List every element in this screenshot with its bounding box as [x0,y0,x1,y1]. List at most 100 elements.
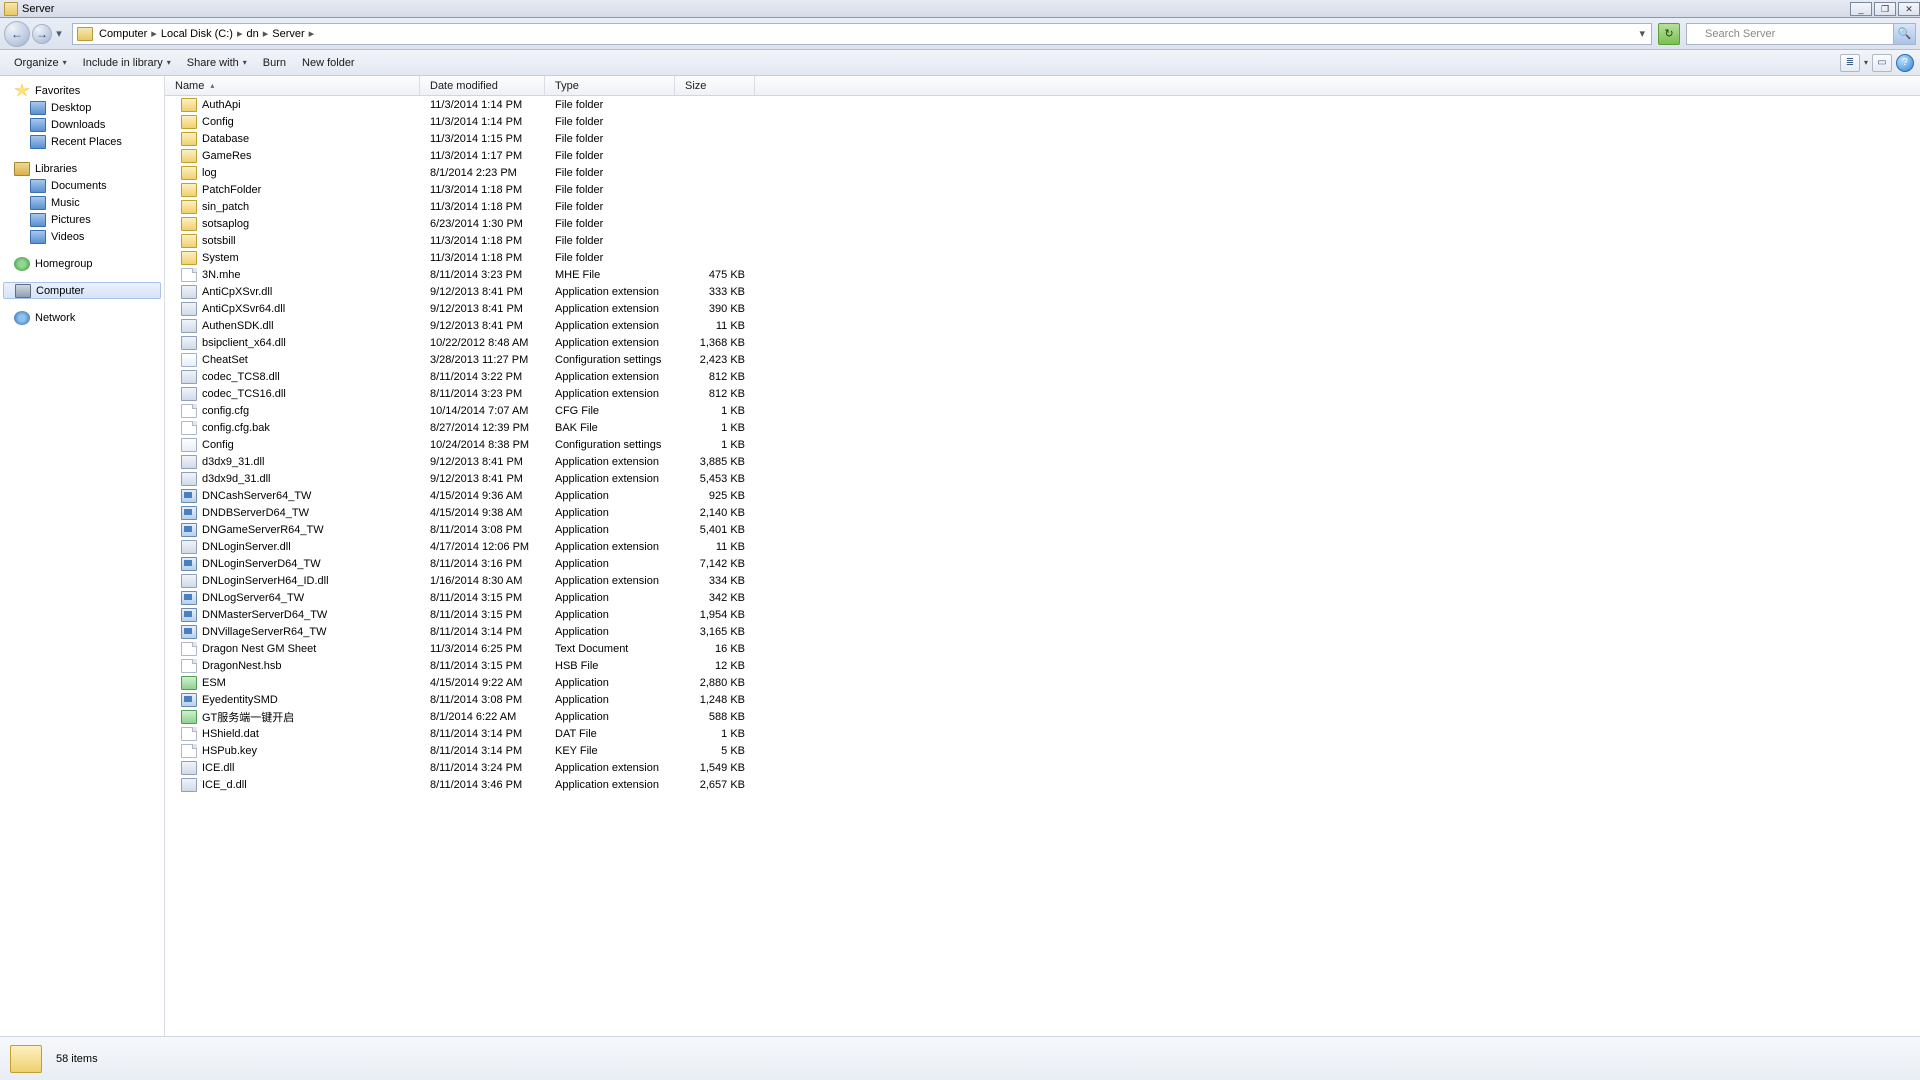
nav-pictures[interactable]: Pictures [0,211,164,228]
file-row[interactable]: d3dx9d_31.dll9/12/2013 8:41 PMApplicatio… [165,470,1920,487]
file-icon [181,404,197,418]
file-name: sotsbill [202,235,236,247]
file-row[interactable]: d3dx9_31.dll9/12/2013 8:41 PMApplication… [165,453,1920,470]
file-row[interactable]: config.cfg.bak8/27/2014 12:39 PMBAK File… [165,419,1920,436]
nav-network[interactable]: Network [0,309,164,326]
file-row[interactable]: DragonNest.hsb8/11/2014 3:15 PMHSB File1… [165,657,1920,674]
nav-favorites[interactable]: Favorites [0,82,164,99]
file-type: File folder [545,218,675,230]
file-row[interactable]: sotsbill11/3/2014 1:18 PMFile folder [165,232,1920,249]
column-name[interactable]: Name▴ [165,76,420,95]
views-dropdown[interactable]: ▾ [1864,58,1868,67]
file-type: Application extension [545,320,675,332]
file-row[interactable]: EyedentitySMD8/11/2014 3:08 PMApplicatio… [165,691,1920,708]
file-row[interactable]: DNLogServer64_TW8/11/2014 3:15 PMApplica… [165,589,1920,606]
file-row[interactable]: bsipclient_x64.dll10/22/2012 8:48 AMAppl… [165,334,1920,351]
crumb-computer[interactable]: Computer [97,28,149,40]
file-row[interactable]: AuthApi11/3/2014 1:14 PMFile folder [165,96,1920,113]
file-row[interactable]: CheatSet3/28/2013 11:27 PMConfiguration … [165,351,1920,368]
file-row[interactable]: AuthenSDK.dll9/12/2013 8:41 PMApplicatio… [165,317,1920,334]
file-row[interactable]: config.cfg10/14/2014 7:07 AMCFG File1 KB [165,402,1920,419]
nav-homegroup[interactable]: Homegroup [0,255,164,272]
crumb-drive[interactable]: Local Disk (C:) [159,28,235,40]
file-icon [181,98,197,112]
nav-desktop[interactable]: Desktop [0,99,164,116]
file-row[interactable]: GameRes11/3/2014 1:17 PMFile folder [165,147,1920,164]
file-row[interactable]: Config10/24/2014 8:38 PMConfiguration se… [165,436,1920,453]
forward-button[interactable]: → [32,24,52,44]
chevron-right-icon[interactable]: ▸ [149,27,159,40]
nav-downloads[interactable]: Downloads [0,116,164,133]
file-row[interactable]: DNCashServer64_TW4/15/2014 9:36 AMApplic… [165,487,1920,504]
file-row[interactable]: codec_TCS8.dll8/11/2014 3:22 PMApplicati… [165,368,1920,385]
refresh-button[interactable]: ↻ [1658,23,1680,45]
nav-libraries[interactable]: Libraries [0,160,164,177]
file-row[interactable]: 3N.mhe8/11/2014 3:23 PMMHE File475 KB [165,266,1920,283]
file-row[interactable]: log8/1/2014 2:23 PMFile folder [165,164,1920,181]
chevron-down-icon: ▾ [63,58,67,67]
minimize-button[interactable]: _ [1850,2,1872,16]
breadcrumb[interactable]: Computer▸ Local Disk (C:)▸ dn▸ Server▸ [97,27,316,40]
file-row[interactable]: PatchFolder11/3/2014 1:18 PMFile folder [165,181,1920,198]
file-row[interactable]: Database11/3/2014 1:15 PMFile folder [165,130,1920,147]
file-list-body[interactable]: AuthApi11/3/2014 1:14 PMFile folderConfi… [165,96,1920,1036]
file-row[interactable]: GT服务端一键开启8/1/2014 6:22 AMApplication588 … [165,708,1920,725]
file-row[interactable]: DNLoginServerH64_ID.dll1/16/2014 8:30 AM… [165,572,1920,589]
include-in-library-button[interactable]: Include in library▾ [75,54,179,72]
column-type[interactable]: Type [545,76,675,95]
chevron-right-icon[interactable]: ▸ [261,27,271,40]
help-button[interactable]: ? [1896,54,1914,72]
file-row[interactable]: System11/3/2014 1:18 PMFile folder [165,249,1920,266]
file-row[interactable]: DNMasterServerD64_TW8/11/2014 3:15 PMApp… [165,606,1920,623]
file-row[interactable]: DNLoginServer.dll4/17/2014 12:06 PMAppli… [165,538,1920,555]
history-dropdown[interactable]: ▾ [52,21,66,47]
file-name: ESM [202,677,226,689]
file-row[interactable]: DNGameServerR64_TW8/11/2014 3:08 PMAppli… [165,521,1920,538]
file-size: 333 KB [675,286,755,298]
nav-recent-places[interactable]: Recent Places [0,133,164,150]
nav-music[interactable]: Music [0,194,164,211]
search-box[interactable]: Search Server 🔍 [1686,23,1916,45]
column-size[interactable]: Size [675,76,755,95]
preview-pane-button[interactable]: ▭ [1872,54,1892,72]
file-row[interactable]: DNDBServerD64_TW4/15/2014 9:38 AMApplica… [165,504,1920,521]
file-row[interactable]: Dragon Nest GM Sheet11/3/2014 6:25 PMTex… [165,640,1920,657]
column-date[interactable]: Date modified [420,76,545,95]
file-list: Name▴ Date modified Type Size AuthApi11/… [165,76,1920,1036]
file-row[interactable]: sotsaplog6/23/2014 1:30 PMFile folder [165,215,1920,232]
file-size: 1,368 KB [675,337,755,349]
file-row[interactable]: ICE.dll8/11/2014 3:24 PMApplication exte… [165,759,1920,776]
crumb-server[interactable]: Server [270,28,306,40]
navigation-pane: Favorites Desktop Downloads Recent Place… [0,76,165,1036]
file-row[interactable]: HShield.dat8/11/2014 3:14 PMDAT File1 KB [165,725,1920,742]
file-row[interactable]: HSPub.key8/11/2014 3:14 PMKEY File5 KB [165,742,1920,759]
file-row[interactable]: codec_TCS16.dll8/11/2014 3:23 PMApplicat… [165,385,1920,402]
views-button[interactable]: ≣ [1840,54,1860,72]
share-with-button[interactable]: Share with▾ [179,54,255,72]
close-button[interactable]: ✕ [1898,2,1920,16]
file-row[interactable]: DNVillageServerR64_TW8/11/2014 3:14 PMAp… [165,623,1920,640]
burn-button[interactable]: Burn [255,54,294,72]
nav-documents[interactable]: Documents [0,177,164,194]
file-type: Configuration settings [545,439,675,451]
file-row[interactable]: AntiCpXSvr64.dll9/12/2013 8:41 PMApplica… [165,300,1920,317]
new-folder-button[interactable]: New folder [294,54,363,72]
crumb-dn[interactable]: dn [244,28,260,40]
address-dropdown[interactable]: ▾ [1637,27,1647,40]
maximize-button[interactable]: ❐ [1874,2,1896,16]
chevron-right-icon[interactable]: ▸ [235,27,245,40]
organize-button[interactable]: Organize▾ [6,54,75,72]
address-bar[interactable]: Computer▸ Local Disk (C:)▸ dn▸ Server▸ ▾ [72,23,1652,45]
nav-videos[interactable]: Videos [0,228,164,245]
search-submit-button[interactable]: 🔍 [1893,24,1915,44]
file-row[interactable]: ESM4/15/2014 9:22 AMApplication2,880 KB [165,674,1920,691]
file-row[interactable]: AntiCpXSvr.dll9/12/2013 8:41 PMApplicati… [165,283,1920,300]
file-row[interactable]: Config11/3/2014 1:14 PMFile folder [165,113,1920,130]
file-row[interactable]: DNLoginServerD64_TW8/11/2014 3:16 PMAppl… [165,555,1920,572]
nav-computer[interactable]: Computer [3,282,161,299]
file-row[interactable]: ICE_d.dll8/11/2014 3:46 PMApplication ex… [165,776,1920,793]
file-row[interactable]: sin_patch11/3/2014 1:18 PMFile folder [165,198,1920,215]
file-type: Application extension [545,762,675,774]
chevron-right-icon[interactable]: ▸ [307,27,317,40]
back-button[interactable]: ← [4,21,30,47]
